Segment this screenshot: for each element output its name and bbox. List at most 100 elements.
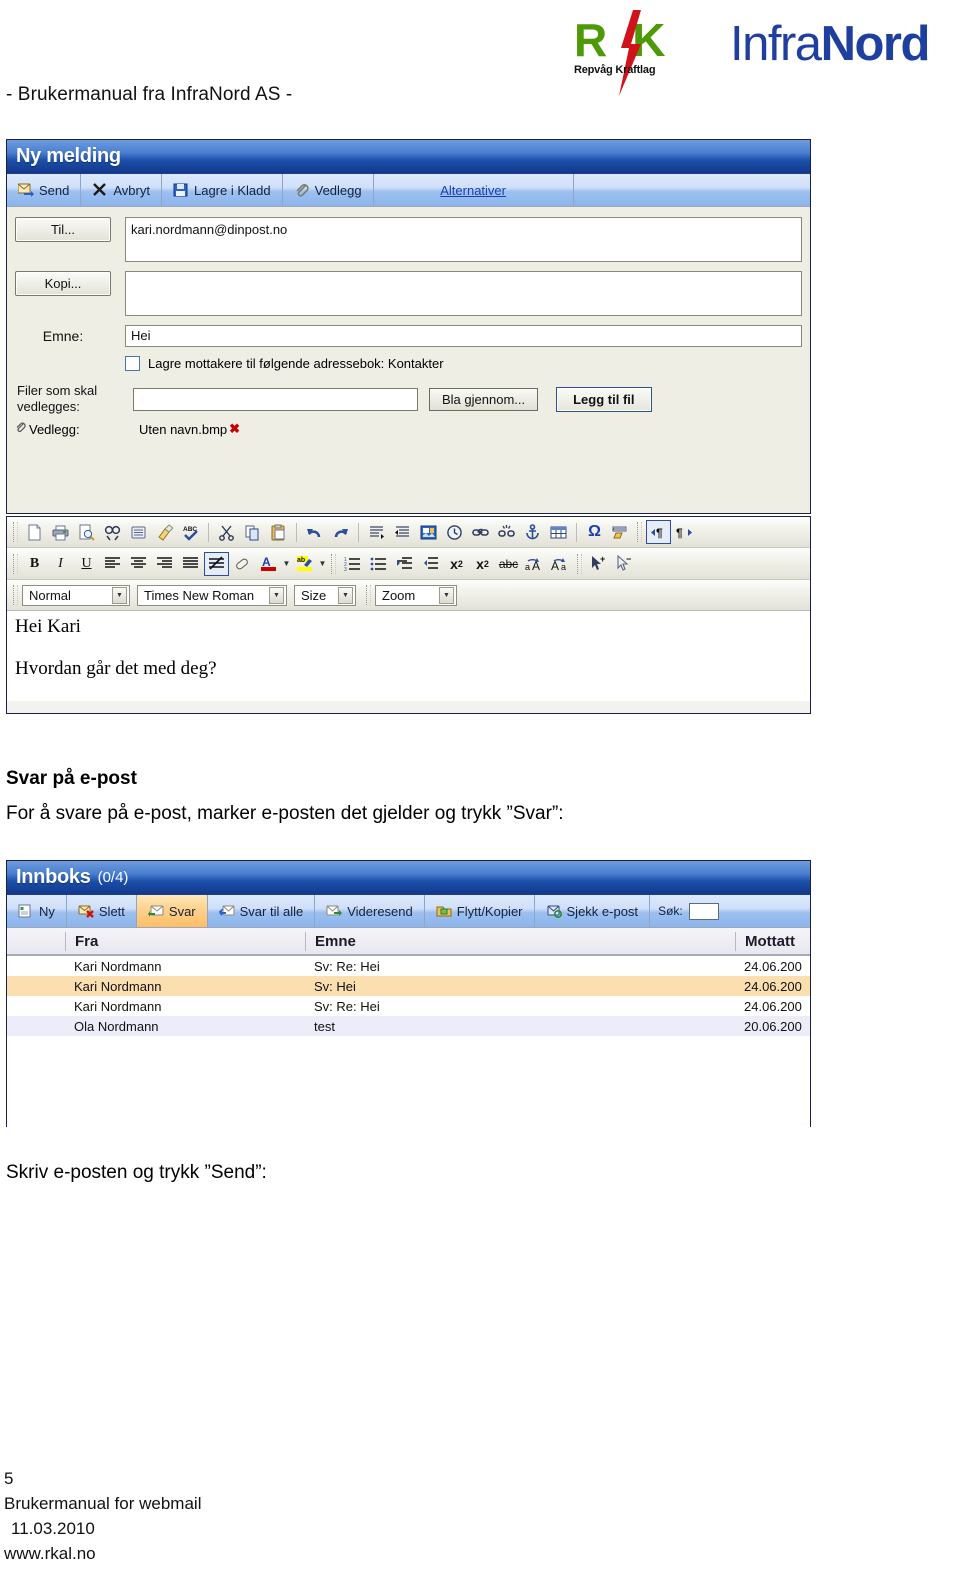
chevron-down-icon[interactable]: ▼ [338, 586, 353, 604]
select-none-icon[interactable]: − [612, 552, 637, 576]
chevron-down-icon[interactable]: ▼ [269, 586, 284, 604]
remove-attachment-icon[interactable]: ✖ [229, 421, 240, 437]
column-header-flag[interactable] [7, 932, 65, 951]
highlight-color-dropdown-arrow-icon[interactable]: ▼ [318, 552, 327, 576]
row-received: 24.06.200 [744, 978, 802, 994]
outdent-icon[interactable] [418, 552, 443, 576]
insert-link-icon[interactable] [468, 520, 493, 544]
to-picker-button[interactable]: Til... [15, 217, 111, 242]
table-row[interactable]: Kari Nordmann Sv: Re: Hei 24.06.200 [7, 956, 810, 976]
cut-scissors-icon[interactable] [214, 520, 239, 544]
remove-link-icon[interactable] [494, 520, 519, 544]
toolbar-grip-handle[interactable] [13, 585, 18, 605]
copy-icon[interactable] [240, 520, 265, 544]
font-color-dropdown-arrow-icon[interactable]: ▼ [282, 552, 291, 576]
superscript-icon[interactable]: x2 [444, 552, 469, 576]
subscript-icon[interactable]: x2 [470, 552, 495, 576]
send-button[interactable]: Send [7, 174, 82, 206]
ltr-direction-icon[interactable]: ¶ [646, 520, 671, 544]
table-row[interactable]: Kari Nordmann Sv: Re: Hei 24.06.200 [7, 996, 810, 1016]
clean-formatting-icon[interactable] [152, 520, 177, 544]
save-recipients-checkbox[interactable] [125, 356, 140, 371]
align-right-icon[interactable] [152, 552, 177, 576]
bold-icon[interactable]: B [22, 552, 47, 576]
inbox-toolbar: Ny Slett Svar Svar til alle Videresend F… [7, 895, 810, 928]
check-mail-button[interactable]: Sjekk e-post [535, 895, 651, 927]
style-select[interactable]: Normal ▼ [22, 584, 130, 606]
chevron-down-icon[interactable]: ▼ [439, 586, 454, 604]
toolbar-grip-handle[interactable] [331, 553, 336, 574]
new-document-icon[interactable] [22, 520, 47, 544]
reply-all-button[interactable]: Svar til alle [208, 895, 316, 927]
inbox-title: Innboks [16, 866, 91, 888]
font-color-icon[interactable]: A [256, 552, 281, 576]
remove-paragraph-icon[interactable] [390, 520, 415, 544]
ordered-list-icon[interactable]: 123 [340, 552, 365, 576]
unordered-list-icon[interactable] [366, 552, 391, 576]
subject-input[interactable]: Hei [125, 325, 802, 347]
highlight-color-icon[interactable]: ab [292, 552, 317, 576]
insert-image-icon[interactable] [416, 520, 441, 544]
zoom-select[interactable]: Zoom ▼ [375, 584, 457, 606]
insert-time-icon[interactable] [442, 520, 467, 544]
insert-rule-icon[interactable] [608, 520, 633, 544]
reply-button[interactable]: Svar [136, 895, 208, 927]
file-path-input[interactable] [133, 387, 418, 411]
new-mail-button[interactable]: Ny [7, 895, 67, 927]
insert-table-icon[interactable] [546, 520, 571, 544]
spellcheck-abc-icon[interactable]: ABC [178, 520, 203, 544]
message-body-editor[interactable]: Hei Kari Hvordan går det med deg? [7, 611, 810, 701]
subject-row: Emne: Hei [15, 325, 802, 347]
lowercase-icon[interactable]: Aa [548, 552, 573, 576]
font-family-select[interactable]: Times New Roman ▼ [137, 584, 287, 606]
options-link[interactable]: Alternativer [374, 174, 574, 206]
add-file-button[interactable]: Legg til fil [556, 386, 652, 412]
remove-alignment-icon[interactable] [204, 551, 229, 576]
toolbar-grip-handle[interactable] [637, 522, 642, 542]
select-all-icon[interactable]: + [586, 552, 611, 576]
indent-icon[interactable] [392, 552, 417, 576]
save-draft-button[interactable]: Lagre i Kladd [162, 174, 283, 206]
attachment-button[interactable]: Vedlegg [283, 174, 374, 206]
toolbar-grip-handle[interactable] [577, 553, 582, 574]
move-copy-button[interactable]: Flytt/Kopier [425, 895, 535, 927]
toolbar-grip-handle[interactable] [366, 585, 371, 605]
table-row[interactable]: Kari Nordmann Sv: Hei 24.06.200 [7, 976, 810, 996]
font-size-select[interactable]: Size ▼ [294, 584, 356, 606]
search-input[interactable] [688, 902, 719, 920]
anchor-icon[interactable] [520, 520, 545, 544]
column-header-received[interactable]: Mottatt [735, 931, 810, 951]
print-preview-icon[interactable] [74, 520, 99, 544]
chevron-down-icon[interactable]: ▼ [112, 586, 127, 604]
special-character-icon[interactable]: Ω [582, 520, 607, 544]
column-header-subject[interactable]: Emne [305, 931, 735, 951]
cancel-button[interactable]: Avbryt [81, 174, 162, 206]
align-center-icon[interactable] [126, 552, 151, 576]
align-left-icon[interactable] [100, 552, 125, 576]
insert-paragraph-icon[interactable] [364, 520, 389, 544]
rtl-direction-icon[interactable]: ¶ [672, 520, 697, 544]
align-justify-icon[interactable] [178, 552, 203, 576]
redo-icon[interactable] [328, 520, 353, 544]
paste-icon[interactable] [266, 520, 291, 544]
toolbar-grip-handle[interactable] [13, 522, 18, 542]
eraser-icon[interactable] [230, 552, 255, 576]
browse-button[interactable]: Bla gjennom... [429, 387, 539, 411]
italic-icon[interactable]: I [48, 552, 73, 576]
undo-icon[interactable] [302, 520, 327, 544]
page-properties-icon[interactable] [126, 520, 151, 544]
to-input[interactable]: kari.nordmann@dinpost.no [125, 217, 802, 262]
underline-icon[interactable]: U [74, 552, 99, 576]
find-replace-icon[interactable] [100, 520, 125, 544]
cc-picker-button[interactable]: Kopi... [15, 271, 111, 296]
uppercase-icon[interactable]: aA [522, 552, 547, 576]
toolbar-grip-handle[interactable] [13, 553, 18, 574]
print-icon[interactable] [48, 520, 73, 544]
cc-input[interactable] [125, 271, 802, 316]
row-subject: test [314, 1018, 335, 1034]
table-row[interactable]: Ola Nordmann test 20.06.200 [7, 1016, 810, 1036]
strikethrough-icon[interactable]: abc [496, 552, 521, 576]
column-header-from[interactable]: Fra [65, 931, 305, 951]
delete-button[interactable]: Slett [67, 895, 137, 927]
forward-button[interactable]: Videresend [315, 895, 425, 927]
